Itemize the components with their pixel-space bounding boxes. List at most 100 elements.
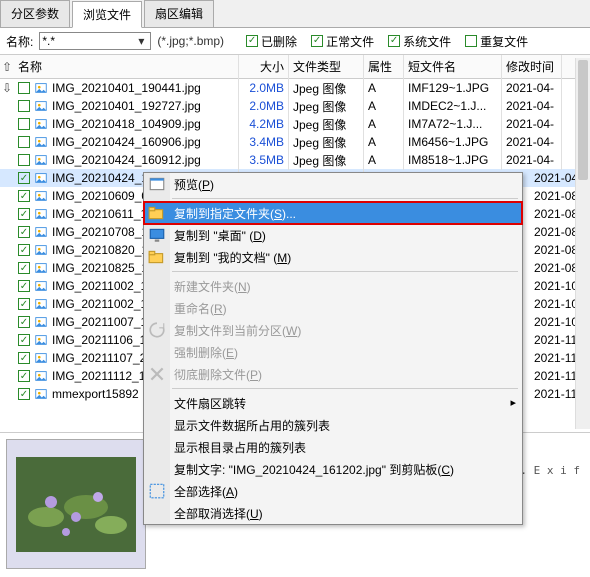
menu-rename: 重命名(R)	[144, 297, 522, 319]
image-file-icon	[34, 315, 48, 329]
row-checkbox[interactable]: ✓	[18, 100, 30, 112]
menu-show-clusters-root[interactable]: 显示根目录占用的簇列表	[144, 436, 522, 458]
image-file-icon	[34, 153, 48, 167]
refresh-icon	[148, 321, 166, 339]
file-size[interactable]: 4.2MB	[249, 117, 284, 131]
thumbnail-image-icon	[16, 457, 136, 552]
filter-check-2[interactable]: ✓系统文件	[388, 33, 451, 50]
menu-copy-docs[interactable]: 复制到 "我的文档" (M)	[144, 246, 522, 268]
col-attr[interactable]: 属性	[364, 55, 404, 78]
menu-sector-jump[interactable]: 文件扇区跳转 ▸	[144, 392, 522, 414]
checkbox-icon: ✓	[311, 35, 323, 47]
image-file-icon	[34, 279, 48, 293]
file-attr: A	[364, 114, 404, 134]
file-size[interactable]: 2.0MB	[249, 81, 284, 95]
menu-select-all[interactable]: 全部选择(A)	[144, 480, 522, 502]
file-name: IMG_20211002_1	[52, 279, 147, 293]
filter-check-0[interactable]: ✓已删除	[246, 33, 297, 50]
row-checkbox[interactable]: ✓	[18, 316, 30, 328]
collapse-up-icon[interactable]: ⇧	[0, 60, 14, 74]
file-name: IMG_20211007_1	[52, 315, 147, 329]
filter-check-3[interactable]: ✓重复文件	[465, 33, 528, 50]
file-shortname: IMDEC2~1.J...	[404, 96, 502, 116]
row-checkbox[interactable]: ✓	[18, 172, 30, 184]
col-name[interactable]: 名称	[14, 55, 239, 78]
chevron-down-icon[interactable]: ▾	[134, 34, 148, 48]
file-size[interactable]: 3.4MB	[249, 135, 284, 149]
file-modtime: 2021-04-	[502, 96, 562, 116]
image-file-icon	[34, 369, 48, 383]
row-checkbox[interactable]: ✓	[18, 208, 30, 220]
row-expand-icon[interactable]: ⇩	[0, 81, 14, 95]
filter-bar: 名称: ▾ (*.jpg;*.bmp) ✓已删除✓正常文件✓系统文件✓重复文件	[0, 28, 590, 55]
tab-partition-params[interactable]: 分区参数	[0, 0, 70, 27]
image-file-icon	[34, 387, 48, 401]
image-file-icon	[34, 81, 48, 95]
col-short[interactable]: 短文件名	[404, 55, 502, 78]
file-type: Jpeg 图像	[289, 149, 364, 172]
row-checkbox[interactable]: ✓	[18, 226, 30, 238]
row-checkbox[interactable]: ✓	[18, 244, 30, 256]
menu-copy-desktop[interactable]: 复制到 "桌面" (D)	[144, 224, 522, 246]
tab-browse-files[interactable]: 浏览文件	[72, 1, 142, 28]
file-name: IMG_20210611_1	[52, 207, 147, 221]
name-filter-input[interactable]	[42, 34, 134, 48]
select-all-icon	[148, 482, 166, 500]
image-file-icon	[34, 171, 48, 185]
preview-icon	[148, 175, 166, 193]
file-name: IMG_20211107_2	[52, 351, 146, 365]
file-name: IMG_20210401_192727.jpg	[52, 99, 201, 113]
image-file-icon	[34, 333, 48, 347]
menu-new-folder: 新建文件夹(N)	[144, 275, 522, 297]
file-shortname: IMF129~1.JPG	[404, 78, 502, 98]
filter-check-1[interactable]: ✓正常文件	[311, 33, 374, 50]
menu-thorough-delete: 彻底删除文件(P)	[144, 363, 522, 385]
file-modtime: 2021-04-	[502, 78, 562, 98]
menu-copy-to-folder[interactable]: 复制到指定文件夹(S)...	[144, 202, 522, 224]
file-attr: A	[364, 96, 404, 116]
row-checkbox[interactable]: ✓	[18, 370, 30, 382]
menu-deselect-all[interactable]: 全部取消选择(U)	[144, 502, 522, 524]
delete-icon	[148, 365, 166, 383]
checkbox-icon: ✓	[246, 35, 258, 47]
menu-show-clusters-data[interactable]: 显示文件数据所占用的簇列表	[144, 414, 522, 436]
folder-icon	[148, 248, 166, 266]
menu-preview[interactable]: 预览(P)	[144, 173, 522, 195]
image-file-icon	[34, 351, 48, 365]
file-name: IMG_20210820_1	[52, 243, 148, 257]
row-checkbox[interactable]: ✓	[18, 136, 30, 148]
row-checkbox[interactable]: ✓	[18, 388, 30, 400]
row-checkbox[interactable]: ✓	[18, 298, 30, 310]
col-type[interactable]: 文件类型	[289, 55, 364, 78]
file-attr: A	[364, 150, 404, 170]
file-size[interactable]: 2.0MB	[249, 99, 284, 113]
row-checkbox[interactable]: ✓	[18, 262, 30, 274]
table-row[interactable]: ✓IMG_20210424_160912.jpg3.5MBJpeg 图像AIM8…	[0, 151, 590, 169]
image-file-icon	[34, 243, 48, 257]
file-modtime: 2021-04-	[502, 132, 562, 152]
col-mod[interactable]: 修改时间	[502, 55, 562, 78]
file-shortname: IM8518~1.JPG	[404, 150, 502, 170]
file-name: mmexport15892	[52, 387, 139, 401]
image-file-icon	[34, 189, 48, 203]
file-size[interactable]: 3.5MB	[249, 153, 284, 167]
name-filter-combo[interactable]: ▾	[39, 32, 151, 50]
menu-copy-text[interactable]: 复制文字: "IMG_20210424_161202.jpg" 到剪贴板(C)	[144, 458, 522, 480]
row-checkbox[interactable]: ✓	[18, 280, 30, 292]
row-checkbox[interactable]: ✓	[18, 154, 30, 166]
row-checkbox[interactable]: ✓	[18, 190, 30, 202]
row-checkbox[interactable]: ✓	[18, 118, 30, 130]
ext-hint: (*.jpg;*.bmp)	[157, 34, 224, 48]
row-checkbox[interactable]: ✓	[18, 82, 30, 94]
vertical-scrollbar[interactable]	[575, 58, 590, 429]
file-name: IMG_20210609_0	[52, 189, 148, 203]
tab-sector-edit[interactable]: 扇区编辑	[144, 0, 214, 27]
row-checkbox[interactable]: ✓	[18, 334, 30, 346]
row-checkbox[interactable]: ✓	[18, 352, 30, 364]
image-file-icon	[34, 261, 48, 275]
checkbox-icon: ✓	[465, 35, 477, 47]
image-thumbnail[interactable]	[6, 439, 146, 569]
checkbox-icon: ✓	[388, 35, 400, 47]
image-file-icon	[34, 99, 48, 113]
col-size[interactable]: 大小	[239, 55, 289, 78]
